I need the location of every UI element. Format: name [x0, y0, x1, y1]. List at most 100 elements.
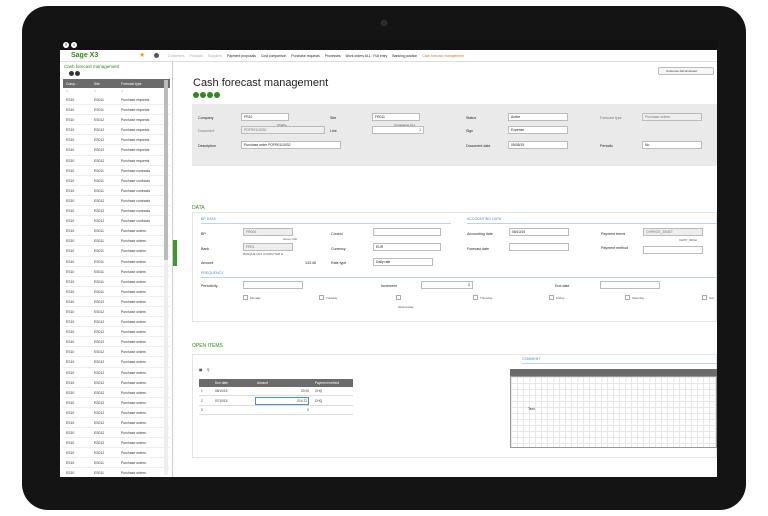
table-row[interactable]: ES10 ES012 Purchase orders: [63, 438, 170, 449]
table-row[interactable]: ES10 ES011 Purchase orders: [63, 468, 170, 477]
col-company[interactable]: Comp...: [66, 82, 78, 86]
table-row[interactable]: 1 08/10/15 20.00 CHQ: [199, 387, 353, 396]
table-row[interactable]: ES10 ES012 Purchase orders: [63, 307, 170, 318]
next-page-icon[interactable]: [75, 71, 80, 76]
description-field[interactable]: Purchase order POFR0110032: [241, 141, 341, 149]
table-row[interactable]: ES10 ES012 Purchase orders: [63, 357, 170, 368]
col-site[interactable]: Site: [94, 82, 100, 86]
saturday-checkbox[interactable]: [625, 295, 630, 300]
left-scrollbar[interactable]: [164, 80, 168, 475]
next-record-icon[interactable]: [207, 92, 213, 98]
table-row[interactable]: ES10 ES012 Purchase orders: [63, 448, 170, 459]
first-record-icon[interactable]: [193, 92, 199, 98]
status-field[interactable]: Active: [508, 113, 568, 121]
table-row[interactable]: ES10 ES012 Purchase requests: [63, 145, 170, 156]
increment-field[interactable]: 0: [421, 281, 473, 289]
table-row[interactable]: ES10 ES011 Purchase requests: [63, 95, 170, 106]
table-row[interactable]: ES10 ES011 Purchase contracts: [63, 186, 170, 196]
company-field[interactable]: FR10: [241, 113, 289, 121]
last-record-icon[interactable]: [214, 92, 220, 98]
rich-text-toolbar[interactable]: [510, 369, 717, 376]
table-row[interactable]: ES10 ES011 Purchase contracts: [63, 176, 170, 186]
sign-field[interactable]: Expense: [508, 126, 568, 134]
table-row[interactable]: ES10 ES011 Purchase orders: [63, 287, 170, 297]
periodic-field[interactable]: No: [642, 141, 702, 149]
sunday-checkbox[interactable]: [702, 295, 707, 300]
payment-method-field[interactable]: [643, 246, 703, 254]
currency-field[interactable]: EUR: [373, 243, 441, 251]
table-row[interactable]: 2 07/10/15 214.72 CHQ: [199, 396, 353, 406]
table-cell[interactable]: CHQ: [315, 399, 322, 403]
nav-link[interactable]: Cost comparison: [261, 54, 286, 58]
bank-field[interactable]: FR01: [243, 243, 293, 251]
tuesday-checkbox[interactable]: [319, 295, 324, 300]
table-cell[interactable]: 214.72: [255, 396, 309, 405]
comment-text-area[interactable]: [510, 376, 717, 448]
document-date-field[interactable]: 05/08/15: [508, 141, 568, 149]
col-due-date[interactable]: Due date: [215, 381, 228, 385]
table-row[interactable]: ES10 ES012 Purchase orders: [63, 337, 170, 348]
help-icon[interactable]: ?: [63, 42, 69, 48]
table-row[interactable]: ES10 ES011 Purchase contracts: [63, 166, 170, 176]
table-row[interactable]: ES10 ES011 Purchase orders: [63, 257, 170, 267]
table-row[interactable]: ES10 ES012 Purchase orders: [63, 347, 170, 358]
col-forecast-type[interactable]: Forecast type: [121, 82, 142, 86]
favorite-star-icon[interactable]: ★: [139, 51, 145, 59]
end-date-field[interactable]: [600, 281, 660, 289]
table-row[interactable]: ES10 ES012 Purchase requests: [63, 115, 170, 126]
prev-record-icon[interactable]: [200, 92, 206, 98]
table-row[interactable]: ES10 ES011 Purchase requests: [63, 105, 170, 116]
filter-icon[interactable]: ▽: [66, 89, 68, 93]
nav-link[interactable]: Customers: [168, 54, 184, 58]
bp-field[interactable]: FR004: [243, 228, 293, 236]
table-row[interactable]: ES10 ES011 Purchase orders: [63, 277, 170, 287]
table-row[interactable]: ES10 ES012 Purchase orders: [63, 297, 170, 307]
col-amount[interactable]: Amount: [257, 381, 268, 385]
table-row[interactable]: ES10 ES012 Purchase requests: [63, 156, 170, 166]
table-cell[interactable]: 1: [201, 389, 203, 393]
nav-link[interactable]: Work orders ALL : Full entry: [346, 54, 388, 58]
table-row[interactable]: ES10 ES012 Purchase contracts: [63, 196, 170, 207]
table-row[interactable]: ES10 ES012 Purchase contracts: [63, 206, 170, 217]
monday-checkbox[interactable]: [243, 295, 248, 300]
user-icon[interactable]: i: [71, 42, 77, 48]
periodicity-field[interactable]: [243, 281, 303, 289]
line-field[interactable]: 1: [372, 126, 424, 134]
table-row[interactable]: ES10 ES011 Purchase orders: [63, 246, 170, 257]
nav-link[interactable]: Purchase requests: [291, 54, 319, 58]
table-cell[interactable]: CHQ: [315, 389, 322, 393]
panel-collapse-handle[interactable]: [173, 240, 177, 266]
table-row[interactable]: ES10 ES012 Purchase requests: [63, 125, 170, 136]
table-row[interactable]: ES10 ES011 Purchase orders: [63, 458, 170, 469]
nav-link[interactable]: Suppliers: [208, 54, 222, 58]
search-icon[interactable]: ⚲: [207, 368, 210, 372]
table-row[interactable]: ES10 ES012 Purchase orders: [63, 327, 170, 338]
table-row[interactable]: ES10 ES012 Purchase contracts: [63, 216, 170, 227]
table-row[interactable]: ES10 ES011 Purchase orders: [63, 226, 170, 237]
table-row[interactable]: 30: [199, 406, 353, 415]
nav-link[interactable]: Banking position: [392, 54, 417, 58]
scroll-thumb[interactable]: [164, 80, 168, 260]
table-row[interactable]: ES10 ES012 Purchase orders: [63, 388, 170, 398]
table-settings-icon[interactable]: ▦: [199, 368, 202, 372]
payment-terms-field[interactable]: CHPROS_30NET: [643, 228, 703, 236]
nav-link[interactable]: Cash forecast management: [422, 54, 464, 58]
table-cell[interactable]: 07/10/15: [215, 399, 227, 403]
filter-icon[interactable]: ▽: [121, 89, 123, 93]
thursday-checkbox[interactable]: [473, 295, 478, 300]
table-row[interactable]: ES10 ES012 Purchase requests: [63, 135, 170, 146]
table-cell[interactable]: 20.00: [255, 389, 309, 393]
table-cell[interactable]: 08/10/15: [215, 389, 227, 393]
table-row[interactable]: ES10 ES012 Purchase orders: [63, 317, 170, 328]
nav-link[interactable]: Payment proposals: [227, 54, 256, 58]
customer-administrator-button[interactable]: Customer Administrator: [658, 67, 714, 75]
table-row[interactable]: ES10 ES012 Purchase orders: [63, 418, 170, 429]
accounting-date-field[interactable]: 08/10/15: [509, 228, 569, 236]
table-row[interactable]: ES10 ES011 Purchase orders: [63, 267, 170, 277]
rate-type-field[interactable]: Daily rate: [373, 258, 433, 266]
table-row[interactable]: ES10 ES012 Purchase orders: [63, 408, 170, 418]
nav-link[interactable]: Products: [189, 54, 202, 58]
table-cell[interactable]: 3: [201, 408, 203, 412]
control-field[interactable]: [373, 228, 441, 236]
friday-checkbox[interactable]: [549, 295, 554, 300]
